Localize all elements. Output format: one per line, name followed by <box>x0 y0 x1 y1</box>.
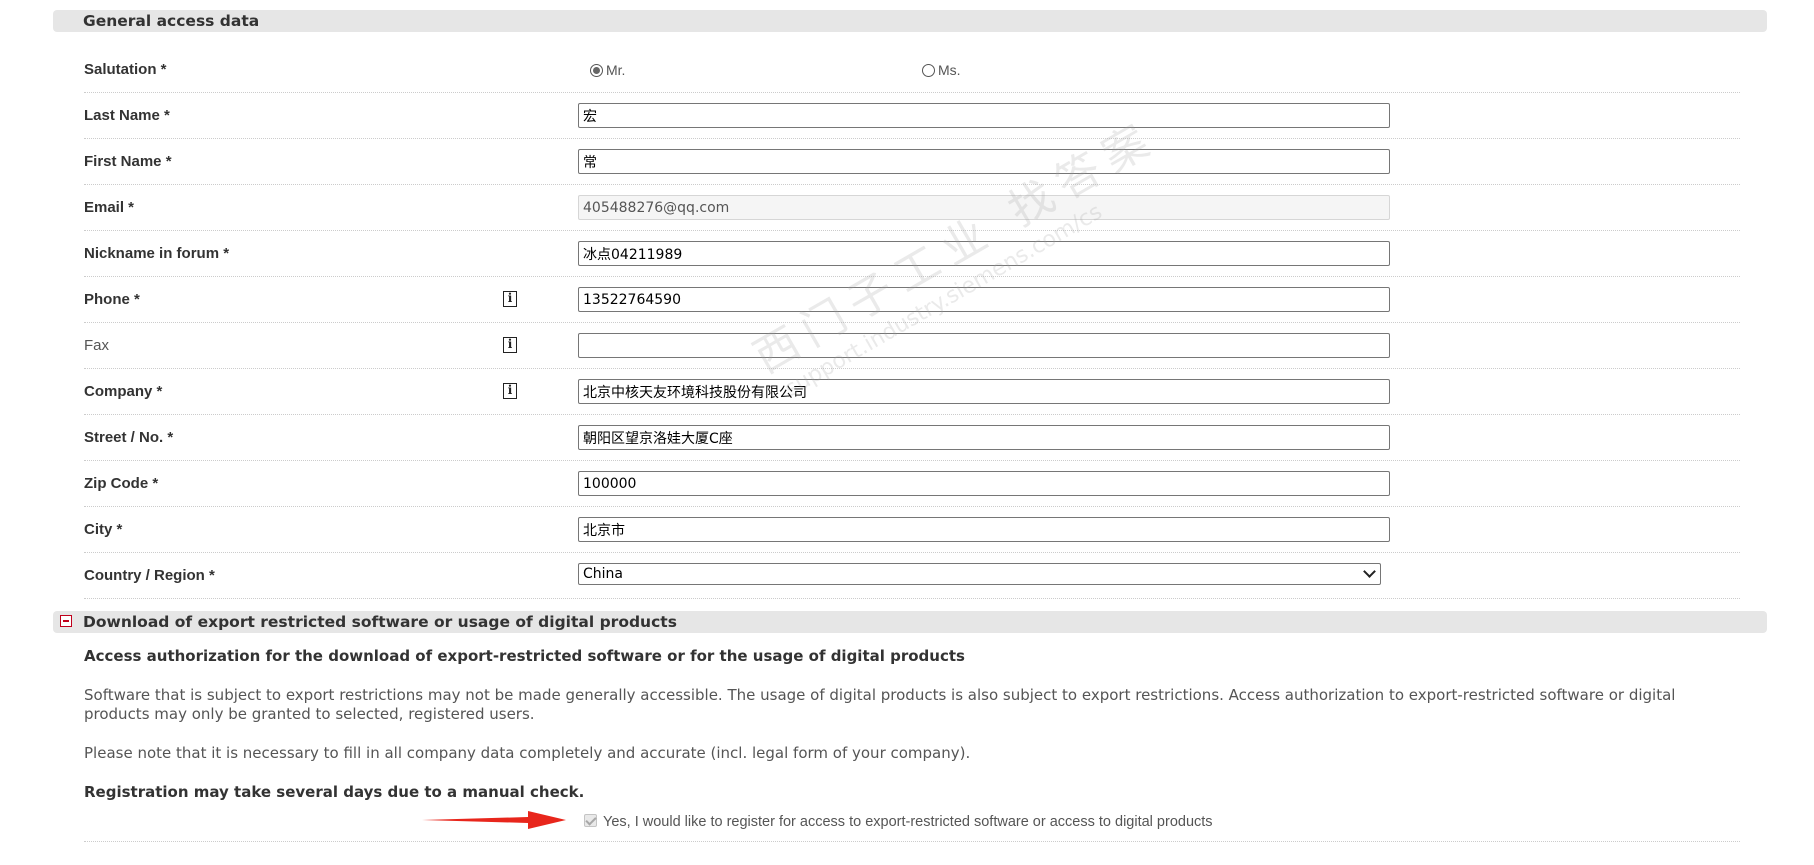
section-header-export-restricted: Download of export restricted software o… <box>53 611 1767 633</box>
manual-check-note: Registration may take several days due t… <box>84 783 585 801</box>
company-row: Company * i <box>84 369 1740 415</box>
country-row: Country / Region * China <box>84 553 1740 599</box>
phone-info-icon[interactable]: i <box>503 291 517 307</box>
street-row: Street / No. * <box>84 415 1740 461</box>
country-select[interactable]: China <box>578 563 1381 585</box>
section-title: General access data <box>83 12 260 30</box>
phone-label: Phone * <box>84 291 140 308</box>
phone-input[interactable] <box>578 287 1390 312</box>
radio-ms[interactable]: Ms. <box>922 62 961 78</box>
city-label: City * <box>84 521 123 538</box>
section-header-general-access: General access data <box>53 10 1767 32</box>
email-row: Email * <box>84 185 1740 231</box>
company-info-icon[interactable]: i <box>503 383 517 399</box>
street-input[interactable] <box>578 425 1390 450</box>
email-field <box>578 195 1390 220</box>
fax-input[interactable] <box>578 333 1390 358</box>
radio-mr-label: Mr. <box>606 62 626 78</box>
export-heading: Access authorization for the download of… <box>84 647 965 665</box>
city-row: City * <box>84 507 1740 553</box>
first-name-row: First Name * <box>84 139 1740 185</box>
phone-row: Phone * i <box>84 277 1740 323</box>
company-input[interactable] <box>578 379 1390 404</box>
country-selected-value: China <box>583 566 623 582</box>
radio-ms-indicator[interactable] <box>922 63 935 77</box>
first-name-input[interactable] <box>578 149 1390 174</box>
export-paragraph-2: Please note that it is necessary to fill… <box>84 744 971 762</box>
email-label: Email * <box>84 199 135 216</box>
zip-row: Zip Code * <box>84 461 1740 507</box>
fax-row: Fax i <box>84 323 1740 369</box>
annotation-arrow-icon <box>422 811 566 829</box>
first-name-label: First Name * <box>84 153 172 170</box>
nickname-row: Nickname in forum * <box>84 231 1740 277</box>
radio-mr-indicator[interactable] <box>590 63 603 77</box>
nickname-input[interactable] <box>578 241 1390 266</box>
chevron-down-icon <box>1363 565 1376 578</box>
last-name-input[interactable] <box>578 103 1390 128</box>
company-label: Company * <box>84 383 163 400</box>
salutation-label: Salutation * <box>84 61 167 78</box>
radio-mr[interactable]: Mr. <box>590 62 625 78</box>
city-input[interactable] <box>578 517 1390 542</box>
fax-label: Fax <box>84 337 110 354</box>
export-paragraph-1: Software that is subject to export restr… <box>84 686 1676 723</box>
zip-label: Zip Code * <box>84 475 159 492</box>
nickname-label: Nickname in forum * <box>84 245 230 262</box>
section-title: Download of export restricted software o… <box>83 613 677 631</box>
street-label: Street / No. * <box>84 429 174 446</box>
consent-label: Yes, I would like to register for access… <box>603 814 1213 830</box>
zip-input[interactable] <box>578 471 1390 496</box>
collapse-icon[interactable] <box>60 615 72 627</box>
last-name-row: Last Name * <box>84 93 1740 139</box>
salutation-row: Salutation * Mr. Ms. <box>84 47 1740 93</box>
consent-checkbox[interactable] <box>584 814 597 827</box>
radio-ms-label: Ms. <box>938 62 961 78</box>
country-label: Country / Region * <box>84 567 215 584</box>
consent-row: Yes, I would like to register for access… <box>84 808 1740 842</box>
last-name-label: Last Name * <box>84 107 170 124</box>
fax-info-icon[interactable]: i <box>503 337 517 353</box>
